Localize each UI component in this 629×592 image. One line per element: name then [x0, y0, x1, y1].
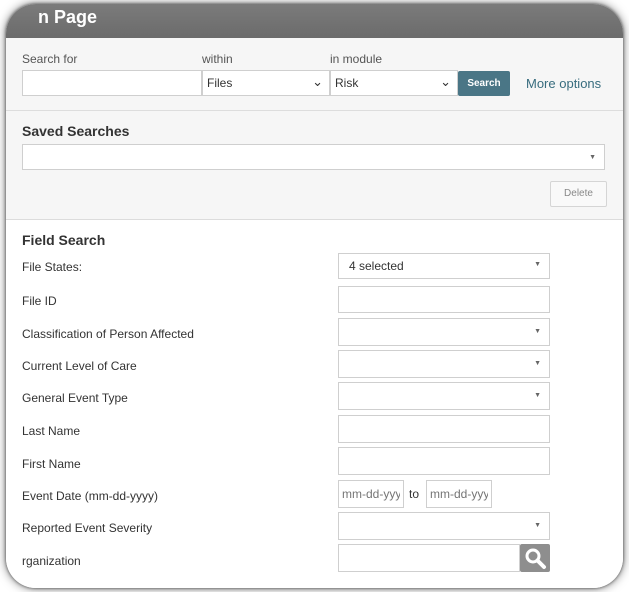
- file-states-select[interactable]: 4 selected ▼: [338, 253, 550, 279]
- more-options-link[interactable]: More options: [526, 76, 601, 91]
- first-name-input[interactable]: [338, 447, 550, 475]
- chevron-down-icon: ⌄: [440, 74, 451, 89]
- chevron-down-icon: ⌄: [312, 74, 323, 89]
- saved-searches-heading: Saved Searches: [22, 123, 130, 139]
- search-input[interactable]: [22, 70, 202, 96]
- page-title: n Page: [6, 4, 623, 38]
- first-name-label: First Name: [22, 457, 81, 471]
- severity-select[interactable]: ▼: [338, 512, 550, 540]
- magnifier-icon[interactable]: [520, 544, 550, 572]
- search-button[interactable]: Search: [458, 71, 510, 96]
- module-select[interactable]: Risk ⌄: [330, 70, 458, 96]
- event-date-label: Event Date (mm-dd-yyyy): [22, 489, 159, 503]
- date-range-to-label: to: [409, 487, 420, 501]
- severity-label: Reported Event Severity: [22, 521, 153, 535]
- quick-search-bar: Search for within in module Files ⌄ Risk…: [6, 38, 623, 111]
- search-for-label: Search for: [22, 52, 78, 66]
- caret-down-icon: ▼: [534, 392, 541, 399]
- caret-down-icon: ▼: [534, 522, 541, 529]
- level-of-care-select[interactable]: ▼: [338, 350, 550, 378]
- caret-down-icon: ▼: [534, 261, 541, 268]
- caret-down-icon: ▼: [534, 328, 541, 335]
- saved-searches-select[interactable]: ▼: [22, 144, 605, 170]
- classification-select[interactable]: ▼: [338, 318, 550, 346]
- last-name-input[interactable]: [338, 415, 550, 443]
- window-frame: n Page Search for within in module Files…: [6, 4, 623, 588]
- caret-down-icon: ▼: [589, 154, 596, 161]
- file-id-input[interactable]: [338, 286, 550, 313]
- field-search-panel: Field Search File States: 4 selected ▼ F…: [6, 220, 623, 588]
- file-id-label: File ID: [22, 294, 57, 308]
- last-name-label: Last Name: [22, 424, 81, 438]
- file-states-label: File States:: [22, 260, 83, 274]
- event-type-select[interactable]: ▼: [338, 382, 550, 410]
- organization-input[interactable]: [338, 544, 520, 572]
- field-search-heading: Field Search: [22, 232, 106, 248]
- classification-label: Classification of Person Affected: [22, 327, 194, 341]
- saved-searches-panel: Saved Searches ▼ Delete: [6, 111, 623, 220]
- event-date-to-input[interactable]: [426, 480, 492, 508]
- file-states-value: 4 selected: [349, 259, 404, 273]
- organization-label: rganization: [22, 554, 81, 568]
- level-of-care-label: Current Level of Care: [22, 359, 137, 373]
- within-label: within: [202, 52, 233, 66]
- event-date-from-input[interactable]: [338, 480, 404, 508]
- event-type-label: General Event Type: [22, 391, 128, 405]
- module-select-value: Risk: [335, 76, 359, 90]
- caret-down-icon: ▼: [534, 360, 541, 367]
- module-label: in module: [330, 52, 383, 66]
- within-select[interactable]: Files ⌄: [202, 70, 330, 96]
- delete-button[interactable]: Delete: [550, 181, 607, 207]
- within-select-value: Files: [207, 76, 233, 90]
